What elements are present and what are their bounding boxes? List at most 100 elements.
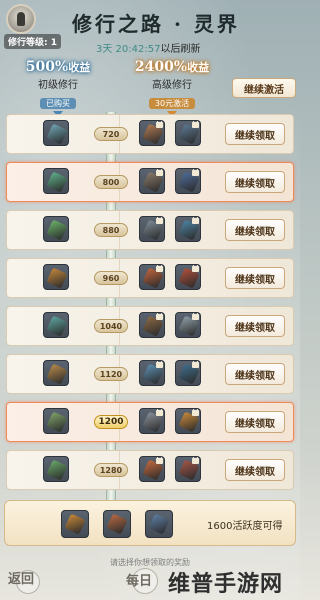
reward-item-slot[interactable] bbox=[103, 510, 131, 538]
advanced-reward-slot[interactable] bbox=[139, 168, 165, 194]
reward-item-icon bbox=[46, 267, 68, 289]
milestone-reward-text: 1600活跃度可得 bbox=[207, 521, 283, 532]
claim-button[interactable]: 继续领取 bbox=[225, 411, 285, 433]
refresh-countdown: 3天 20:42:57 bbox=[96, 44, 161, 55]
basic-reward-slot[interactable] bbox=[43, 408, 69, 434]
basic-reward-slot[interactable] bbox=[43, 312, 69, 338]
watermark-logo: 维普手游网 bbox=[168, 572, 284, 597]
basic-reward-slot[interactable] bbox=[43, 264, 69, 290]
advanced-reward-slot[interactable] bbox=[139, 120, 165, 146]
daily-button[interactable]: 每日 bbox=[124, 566, 164, 596]
lock-icon bbox=[192, 169, 199, 176]
claim-button[interactable]: 继续领取 bbox=[225, 123, 285, 145]
advanced-reward-slot[interactable] bbox=[139, 312, 165, 338]
advanced-reward-slot[interactable] bbox=[139, 264, 165, 290]
lock-icon bbox=[192, 217, 199, 224]
advanced-reward-slot[interactable] bbox=[139, 360, 165, 386]
advanced-reward-slot[interactable] bbox=[175, 216, 201, 242]
reward-item-icon bbox=[46, 315, 68, 337]
reward-item-icon bbox=[106, 513, 128, 535]
activity-threshold-node: 1120 bbox=[94, 367, 128, 381]
tier-basic: 500%收益 初级修行 已购买 bbox=[12, 59, 104, 117]
claim-button[interactable]: 继续领取 bbox=[225, 267, 285, 289]
activate-button[interactable]: 继续激活 bbox=[232, 78, 296, 98]
advanced-reward-slot[interactable] bbox=[175, 408, 201, 434]
claim-button[interactable]: 继续领取 bbox=[225, 363, 285, 385]
milestone-reward-bar: 1600活跃度可得 bbox=[4, 500, 296, 546]
activity-threshold-node: 960 bbox=[94, 271, 128, 285]
basic-reward-slot[interactable] bbox=[43, 456, 69, 482]
reward-item-icon bbox=[46, 219, 68, 241]
header: 修行等级: 1 修行之路 · 灵界 3天 20:42:57以后刷新 bbox=[0, 0, 300, 60]
tier-advanced-bonus-label: 收益 bbox=[187, 61, 210, 74]
reward-item-icon bbox=[46, 123, 68, 145]
tier-advanced-percent: 2400% bbox=[134, 59, 188, 75]
reward-row: 继续领取 bbox=[6, 210, 294, 250]
tier-basic-bonus-label: 收益 bbox=[68, 61, 91, 74]
lock-icon bbox=[156, 217, 163, 224]
basic-reward-slot[interactable] bbox=[43, 168, 69, 194]
claim-button[interactable]: 继续领取 bbox=[225, 171, 285, 193]
advanced-reward-slot[interactable] bbox=[139, 456, 165, 482]
advanced-reward-slot[interactable] bbox=[175, 456, 201, 482]
reward-item-icon bbox=[46, 363, 68, 385]
tier-advanced-name: 高级修行 bbox=[152, 80, 192, 91]
activity-threshold-node: 1200 bbox=[94, 415, 128, 429]
tier-advanced: 2400%收益 高级修行 30元激活 bbox=[118, 59, 226, 117]
advanced-reward-slot[interactable] bbox=[139, 216, 165, 242]
reward-item-icon bbox=[46, 459, 68, 481]
lock-icon bbox=[192, 313, 199, 320]
avatar[interactable] bbox=[6, 4, 36, 34]
activity-threshold-node: 800 bbox=[94, 175, 128, 189]
lock-icon bbox=[156, 457, 163, 464]
lock-icon bbox=[192, 265, 199, 272]
reward-row: 继续领取 bbox=[6, 354, 294, 394]
tier-basic-percent: 500% bbox=[25, 59, 69, 75]
lock-icon bbox=[156, 169, 163, 176]
refresh-timer: 3天 20:42:57以后刷新 bbox=[96, 40, 200, 55]
tier-basic-status: 已购买 bbox=[40, 98, 76, 109]
lock-icon bbox=[156, 265, 163, 272]
basic-reward-slot[interactable] bbox=[43, 216, 69, 242]
daily-label: 每日 bbox=[126, 574, 153, 589]
advanced-reward-slot[interactable] bbox=[175, 120, 201, 146]
page-title: 修行之路 · 灵界 bbox=[72, 12, 240, 36]
claim-button[interactable]: 继续领取 bbox=[225, 315, 285, 337]
activity-threshold-node: 1040 bbox=[94, 319, 128, 333]
tier-basic-bonus: 500%收益 bbox=[12, 59, 104, 75]
activity-threshold-node: 720 bbox=[94, 127, 128, 141]
advanced-reward-slot[interactable] bbox=[175, 312, 201, 338]
tier-advanced-status: 30元激活 bbox=[148, 98, 196, 109]
lock-icon bbox=[192, 121, 199, 128]
reward-row: 继续领取 bbox=[6, 258, 294, 298]
back-label: 返回 bbox=[8, 572, 35, 587]
lock-icon bbox=[192, 361, 199, 368]
advanced-reward-slot[interactable] bbox=[175, 264, 201, 290]
lock-icon bbox=[156, 121, 163, 128]
reward-row: 继续领取 bbox=[6, 402, 294, 442]
reward-item-icon bbox=[148, 513, 170, 535]
lock-icon bbox=[192, 409, 199, 416]
activity-threshold-node: 1280 bbox=[94, 463, 128, 477]
reward-item-slot[interactable] bbox=[145, 510, 173, 538]
reward-item-icon bbox=[46, 411, 68, 433]
lock-icon bbox=[192, 457, 199, 464]
reward-row: 继续领取 bbox=[6, 114, 294, 154]
reward-item-slot[interactable] bbox=[61, 510, 89, 538]
tier-basic-name: 初级修行 bbox=[38, 80, 78, 91]
refresh-suffix: 以后刷新 bbox=[160, 44, 201, 55]
advanced-reward-slot[interactable] bbox=[139, 408, 165, 434]
claim-button[interactable]: 继续领取 bbox=[225, 219, 285, 241]
reward-item-icon bbox=[46, 171, 68, 193]
lock-icon bbox=[156, 313, 163, 320]
reward-track[interactable]: 继续领取 继续领取 继续领取 继续领取 继续领取 继续领取 继续领取 继续领取 bbox=[0, 112, 300, 500]
back-button[interactable]: 返回 bbox=[6, 566, 46, 596]
basic-reward-slot[interactable] bbox=[43, 360, 69, 386]
activity-threshold-node: 880 bbox=[94, 223, 128, 237]
reward-row: 继续领取 bbox=[6, 162, 294, 202]
claim-button[interactable]: 继续领取 bbox=[225, 459, 285, 481]
advanced-reward-slot[interactable] bbox=[175, 360, 201, 386]
basic-reward-slot[interactable] bbox=[43, 120, 69, 146]
lock-icon bbox=[156, 409, 163, 416]
advanced-reward-slot[interactable] bbox=[175, 168, 201, 194]
